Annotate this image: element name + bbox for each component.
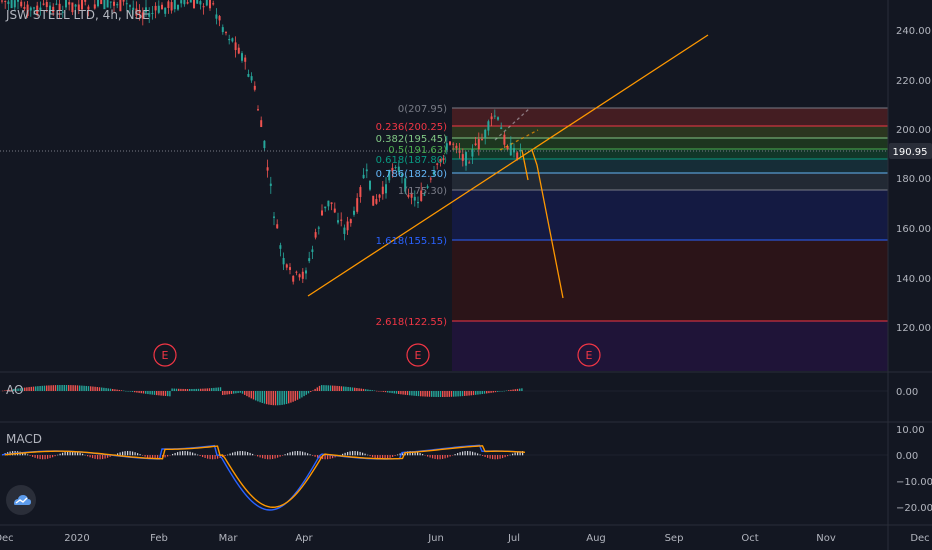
last-price-badge: 190.95 xyxy=(889,143,932,159)
fib-label: 1.618(155.15) xyxy=(376,236,448,247)
ao-axis: 0.00 xyxy=(896,387,918,398)
time-tick: Aug xyxy=(586,533,606,544)
time-tick: Mar xyxy=(219,533,239,544)
time-tick: Jun xyxy=(427,533,444,544)
time-tick: Jul xyxy=(507,533,520,544)
symbol-title[interactable]: JSW STEEL LTD, 4h, NSE xyxy=(6,8,150,22)
time-tick: Dec xyxy=(910,533,929,544)
time-tick: 2020 xyxy=(64,533,89,544)
tradingview-logo[interactable] xyxy=(6,485,36,515)
cloud-logo-icon xyxy=(14,495,31,505)
macd-tick: 0.00 xyxy=(896,451,918,462)
time-tick: Feb xyxy=(150,533,168,544)
fib-label: 0.382(195.45) xyxy=(376,134,448,145)
time-tick: Sep xyxy=(665,533,684,544)
chart-canvas[interactable]: 0(207.95)0.236(200.25)0.382(195.45)0.5(1… xyxy=(0,0,932,550)
time-tick: Nov xyxy=(816,533,836,544)
time-tick: Oct xyxy=(741,533,758,544)
fib-label: 0(207.95) xyxy=(398,104,447,115)
price-tick: 200.00 xyxy=(896,125,931,136)
price-tick: 240.00 xyxy=(896,26,931,37)
price-tick: 140.00 xyxy=(896,274,931,285)
fib-label: 0.786(182.30) xyxy=(376,169,448,180)
earnings-label: E xyxy=(415,349,422,362)
fib-label: 0.236(200.25) xyxy=(376,122,448,133)
price-tick: 160.00 xyxy=(896,224,931,235)
time-tick: Dec xyxy=(0,533,14,544)
earnings-label: E xyxy=(586,349,593,362)
price-tick: 120.00 xyxy=(896,323,931,334)
fib-label: 1(175.30) xyxy=(398,186,447,197)
price-tick: 180.00 xyxy=(896,174,931,185)
svg-text:190.95: 190.95 xyxy=(893,147,928,158)
macd-title[interactable]: MACD xyxy=(6,432,42,446)
price-tick: 220.00 xyxy=(896,76,931,87)
macd-tick: −10.00 xyxy=(896,477,932,488)
time-tick: Apr xyxy=(295,533,313,544)
macd-tick: −20.00 xyxy=(896,503,932,514)
fib-label: 0.618(187.80) xyxy=(376,155,448,166)
fib-label: 2.618(122.55) xyxy=(376,317,448,328)
ao-tick: 0.00 xyxy=(896,387,918,398)
macd-tick: 10.00 xyxy=(896,425,925,436)
ao-title[interactable]: AO xyxy=(6,383,23,397)
earnings-label: E xyxy=(162,349,169,362)
